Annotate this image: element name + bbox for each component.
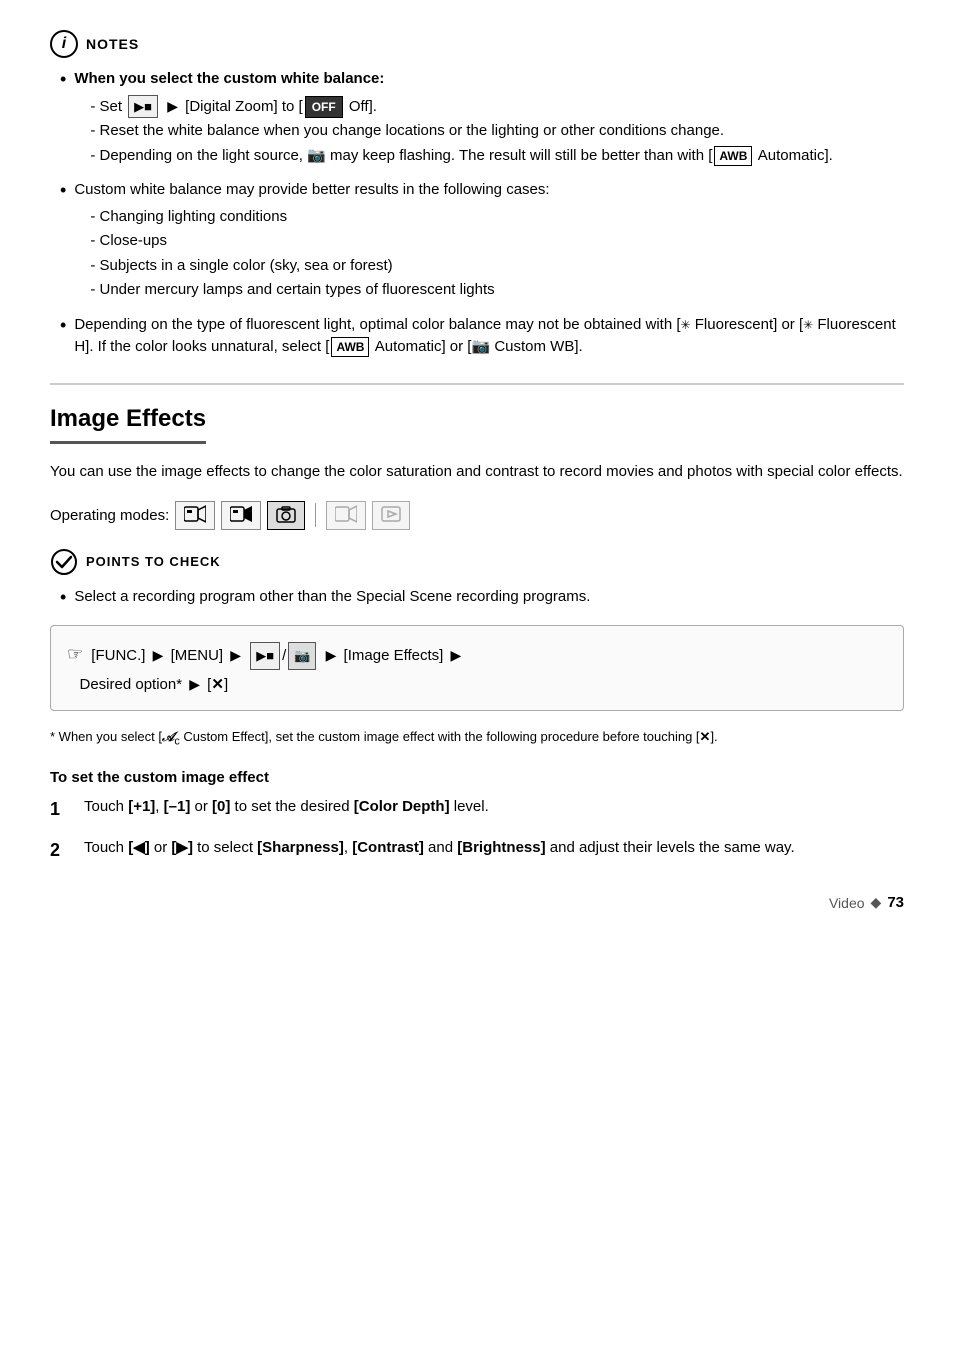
footer-label: Video <box>829 895 865 911</box>
sub-item-2-1: Changing lighting conditions <box>90 206 549 229</box>
arrow-effects: ▶ <box>451 643 462 668</box>
step-1: 1 Touch [+1], [–1] or [0] to set the des… <box>50 796 904 823</box>
mode-btn-4 <box>326 501 366 530</box>
sub-item-1-2: Reset the white balance when you change … <box>90 120 832 143</box>
notes-item-2: Custom white balance may provide better … <box>60 179 904 304</box>
playback-mode-icon <box>335 505 357 523</box>
page-footer: Video ◆ 73 <box>50 894 904 911</box>
points-item-1-text: Select a recording program other than th… <box>74 586 590 609</box>
instruction-box: ☞ [FUNC.] ▶ [MENU] ▶ ▶■/📷 ▶ [Image Effec… <box>50 625 904 710</box>
notes-item-1: When you select the custom white balance… <box>60 68 904 169</box>
points-item-1: Select a recording program other than th… <box>60 586 904 609</box>
bullet-2-sublist: Changing lighting conditions Close-ups S… <box>74 206 549 302</box>
points-list: Select a recording program other than th… <box>50 586 904 609</box>
notes-title: NOTES <box>86 36 139 52</box>
points-to-check-header: POINTS TO CHECK <box>50 548 904 576</box>
camera-mode-icon <box>276 505 296 523</box>
sub-item-2-4: Under mercury lamps and certain types of… <box>90 279 549 302</box>
playback-photo-icon <box>381 505 401 523</box>
x-button-label: ✕ <box>211 676 224 693</box>
sub-item-2-2: Close-ups <box>90 230 549 253</box>
bullet-1-sublist: Set ▶■ ▶ [Digital Zoom] to [OFF Off]. Re… <box>74 95 832 168</box>
step-1-num: 1 <box>50 796 70 823</box>
mode-btn-2 <box>221 501 261 530</box>
operating-modes-row: Operating modes: <box>50 501 904 530</box>
flash-icon: 📷 <box>307 147 326 164</box>
arrow-func: ▶ <box>153 643 164 668</box>
info-icon: i <box>50 30 78 58</box>
arrow-option: ▶ <box>189 672 200 697</box>
step-2-text: Touch [◀] or [▶] to select [Sharpness], … <box>84 837 795 860</box>
video-mode-icon <box>184 505 206 523</box>
video-mode-2-icon <box>230 505 252 523</box>
step-2-num: 2 <box>50 837 70 864</box>
bullet-3-content: Depending on the type of fluorescent lig… <box>74 314 904 359</box>
sub-item-2-3: Subjects in a single color (sky, sea or … <box>90 255 549 278</box>
mode-btn-5 <box>372 501 410 530</box>
arrow-mode: ▶ <box>326 643 337 668</box>
x-ref: ✕ <box>700 729 711 744</box>
notes-item-3: Depending on the type of fluorescent lig… <box>60 314 904 359</box>
footer-separator: ◆ <box>871 894 882 911</box>
mode-btn-3 <box>267 501 305 530</box>
step-1-text: Touch [+1], [–1] or [0] to set the desir… <box>84 796 489 819</box>
arrow-1: ▶ <box>167 96 178 117</box>
notes-section: i NOTES When you select the custom white… <box>50 30 904 359</box>
off-badge: OFF <box>305 96 343 118</box>
bullet-1-content: When you select the custom white balance… <box>74 68 832 169</box>
bullet-1-title: When you select the custom white balance… <box>74 70 384 87</box>
mode-separator <box>315 503 316 527</box>
footnote-text: * When you select [𝒜c Custom Effect], se… <box>50 727 904 750</box>
movie-btn-icon: ▶■ <box>128 95 158 119</box>
custom-effect-header: To set the custom image effect <box>50 769 904 786</box>
image-effects-section: Image Effects You can use the image effe… <box>50 405 904 865</box>
movie-menu-btn: ▶■ <box>250 642 280 669</box>
notes-header: i NOTES <box>50 30 904 58</box>
bullet-2-content: Custom white balance may provide better … <box>74 179 549 304</box>
func-icon: ☞ <box>67 638 83 670</box>
checkmark-circle-icon <box>50 548 78 576</box>
sub-item-1-1: Set ▶■ ▶ [Digital Zoom] to [OFF Off]. <box>90 95 832 119</box>
section-description: You can use the image effects to change … <box>50 460 904 483</box>
steps-list: 1 Touch [+1], [–1] or [0] to set the des… <box>50 796 904 864</box>
awb-badge-1: AWB <box>714 146 752 166</box>
page-number: 73 <box>887 894 904 911</box>
custom-wb-icon: 📷 <box>471 338 490 355</box>
sub-item-1-3: Depending on the light source, 📷 may kee… <box>90 145 832 168</box>
step-2: 2 Touch [◀] or [▶] to select [Sharpness]… <box>50 837 904 864</box>
notes-list: When you select the custom white balance… <box>50 68 904 359</box>
operating-modes-label: Operating modes: <box>50 507 169 524</box>
awb-badge-2: AWB <box>331 337 369 357</box>
mode-btn-1 <box>175 501 215 530</box>
photo-menu-btn: 📷 <box>288 642 316 669</box>
points-title: POINTS TO CHECK <box>86 554 221 569</box>
section-title: Image Effects <box>50 405 206 444</box>
arrow-menu: ▶ <box>230 643 241 668</box>
custom-effect-icon: 𝒜 <box>162 729 174 744</box>
section-divider <box>50 383 904 385</box>
